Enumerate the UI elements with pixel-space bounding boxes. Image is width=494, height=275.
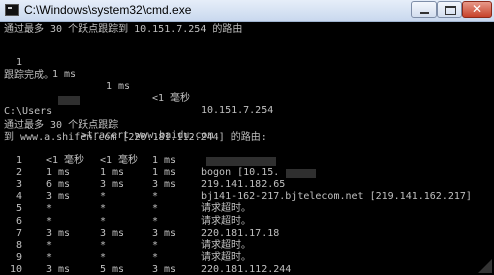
- hop-rtt2: *: [100, 191, 107, 203]
- hop-row: 9 * * * 请求超时。: [4, 252, 484, 264]
- hop-number: 10: [10, 263, 23, 275]
- prompt-path: C:\Users: [4, 106, 53, 117]
- hop-rtt1: <1 毫秒: [46, 155, 85, 166]
- hop-number: 6: [16, 215, 23, 227]
- maximize-button[interactable]: [437, 1, 462, 18]
- hop-rtt3: 1 ms: [152, 155, 177, 166]
- hop-rtt2: 1 ms: [100, 167, 125, 179]
- hop-rtt3: *: [152, 215, 159, 227]
- hop-destination: 请求超时。: [201, 239, 251, 251]
- minimize-button[interactable]: [411, 1, 437, 18]
- hop-rtt3: *: [152, 239, 159, 251]
- trace2-header-line1: 通过最多 30 个跃点跟踪: [4, 120, 119, 131]
- hop-number: 3: [16, 179, 23, 191]
- hop-rtt3: *: [152, 191, 159, 203]
- hop-rtt1: *: [46, 203, 53, 215]
- hop-rtt2: 5 ms: [100, 263, 125, 275]
- hop-rtt3: 3 ms: [152, 179, 177, 191]
- title-bar[interactable]: C:\Windows\system32\cmd.exe ✕: [0, 0, 494, 22]
- hop-rtt2: 1 ms: [106, 81, 131, 92]
- hop-destination: 220.181.17.18: [201, 227, 280, 239]
- hop-destination: 219.141.182.65: [201, 179, 286, 191]
- hop-rtt3: *: [152, 203, 159, 215]
- redacted-username: [58, 96, 80, 105]
- hop-rtt1: *: [46, 239, 53, 251]
- hop-number: 1: [16, 57, 23, 68]
- close-button[interactable]: ✕: [462, 1, 492, 18]
- hop-rtt2: *: [100, 203, 107, 215]
- hop-rtt2: <1 毫秒: [100, 155, 139, 166]
- resize-grip-icon[interactable]: [476, 257, 492, 273]
- hop-number: 4: [16, 191, 23, 203]
- hop-row: 10 3 ms 5 ms 3 ms 220.181.112.244: [4, 264, 484, 275]
- hop-destination: bogon [10.15.: [201, 167, 280, 179]
- redacted-address: [206, 157, 276, 166]
- hop-destination: bj141-162-217.bjtelecom.net [219.141.162…: [201, 191, 472, 203]
- trace2-header-line2: 到 www.a.shifen.com [220.181.112.244] 的路由…: [4, 132, 267, 143]
- hop-rtt1: 1 ms: [52, 69, 77, 80]
- hop-number: 2: [16, 167, 23, 179]
- hop-rtt3: 3 ms: [152, 263, 177, 275]
- hop-destination: 220.181.112.244: [201, 263, 292, 275]
- hop-rtt2: *: [100, 239, 107, 251]
- hop-destination: 10.151.7.254: [201, 105, 274, 116]
- hop-destination: 请求超时。: [201, 251, 251, 263]
- hop-rtt1: 3 ms: [46, 227, 71, 239]
- cmd-window: C:\Windows\system32\cmd.exe ✕ 通过最多 30 个跃…: [0, 0, 494, 275]
- hop-rtt2: 3 ms: [100, 227, 125, 239]
- hop-rtt1: 3 ms: [46, 263, 71, 275]
- hop-rtt1: 3 ms: [46, 191, 71, 203]
- redacted-address: [286, 169, 316, 179]
- hop-rtt1: 1 ms: [46, 167, 71, 179]
- hop-rtt3: 1 ms: [152, 167, 177, 179]
- command-prompt-line: C:\Users >tracert www.baidu.com: [4, 94, 304, 141]
- hop-row: 1 <1 毫秒 <1 毫秒 1 ms: [4, 155, 484, 167]
- hop-row: 8 * * * 请求超时。: [4, 240, 484, 252]
- hop-row: 3 6 ms 3 ms 3 ms 219.141.182.65: [4, 179, 484, 191]
- hop-row: 5 * * * 请求超时。: [4, 203, 484, 215]
- hop-number: 1: [16, 155, 23, 166]
- close-icon: ✕: [471, 2, 483, 16]
- trace-complete-message: 跟踪完成。: [4, 70, 54, 81]
- hop-rtt3: 3 ms: [152, 227, 177, 239]
- hop-row: 4 3 ms * * bj141-162-217.bjtelecom.net [219.…: [4, 191, 484, 203]
- window-title: C:\Windows\system32\cmd.exe: [24, 3, 192, 17]
- hop-rtt2: *: [100, 215, 107, 227]
- hop-row: 6 * * * 请求超时。: [4, 216, 484, 228]
- hop-number: 7: [16, 227, 23, 239]
- hop-row: 2 1 ms 1 ms 1 ms bogon [10.15.: [4, 167, 484, 179]
- hop-rtt2: 3 ms: [100, 179, 125, 191]
- hop-rtt3: *: [152, 251, 159, 263]
- hop-rtt2: *: [100, 251, 107, 263]
- hop-row: 7 3 ms 3 ms 3 ms 220.181.17.18: [4, 228, 484, 240]
- hop-rtt1: *: [46, 251, 53, 263]
- hop-number: 8: [16, 239, 23, 251]
- hop-destination: 请求超时。: [201, 215, 251, 227]
- cmd-app-icon[interactable]: [5, 4, 19, 16]
- hop-rtt1: *: [46, 215, 53, 227]
- hop-rtt1: 6 ms: [46, 179, 71, 191]
- hop-number: 9: [16, 251, 23, 263]
- console-output[interactable]: 通过最多 30 个跃点跟踪到 10.151.7.254 的路由 1 1 ms 1…: [4, 22, 494, 275]
- trace1-hop-row: 1 1 ms 1 ms <1 毫秒 10.151.7.254: [4, 45, 404, 116]
- hop-destination: 请求超时。: [201, 203, 251, 215]
- trace1-header: 通过最多 30 个跃点跟踪到 10.151.7.254 的路由: [4, 24, 243, 35]
- hop-number: 5: [16, 203, 23, 215]
